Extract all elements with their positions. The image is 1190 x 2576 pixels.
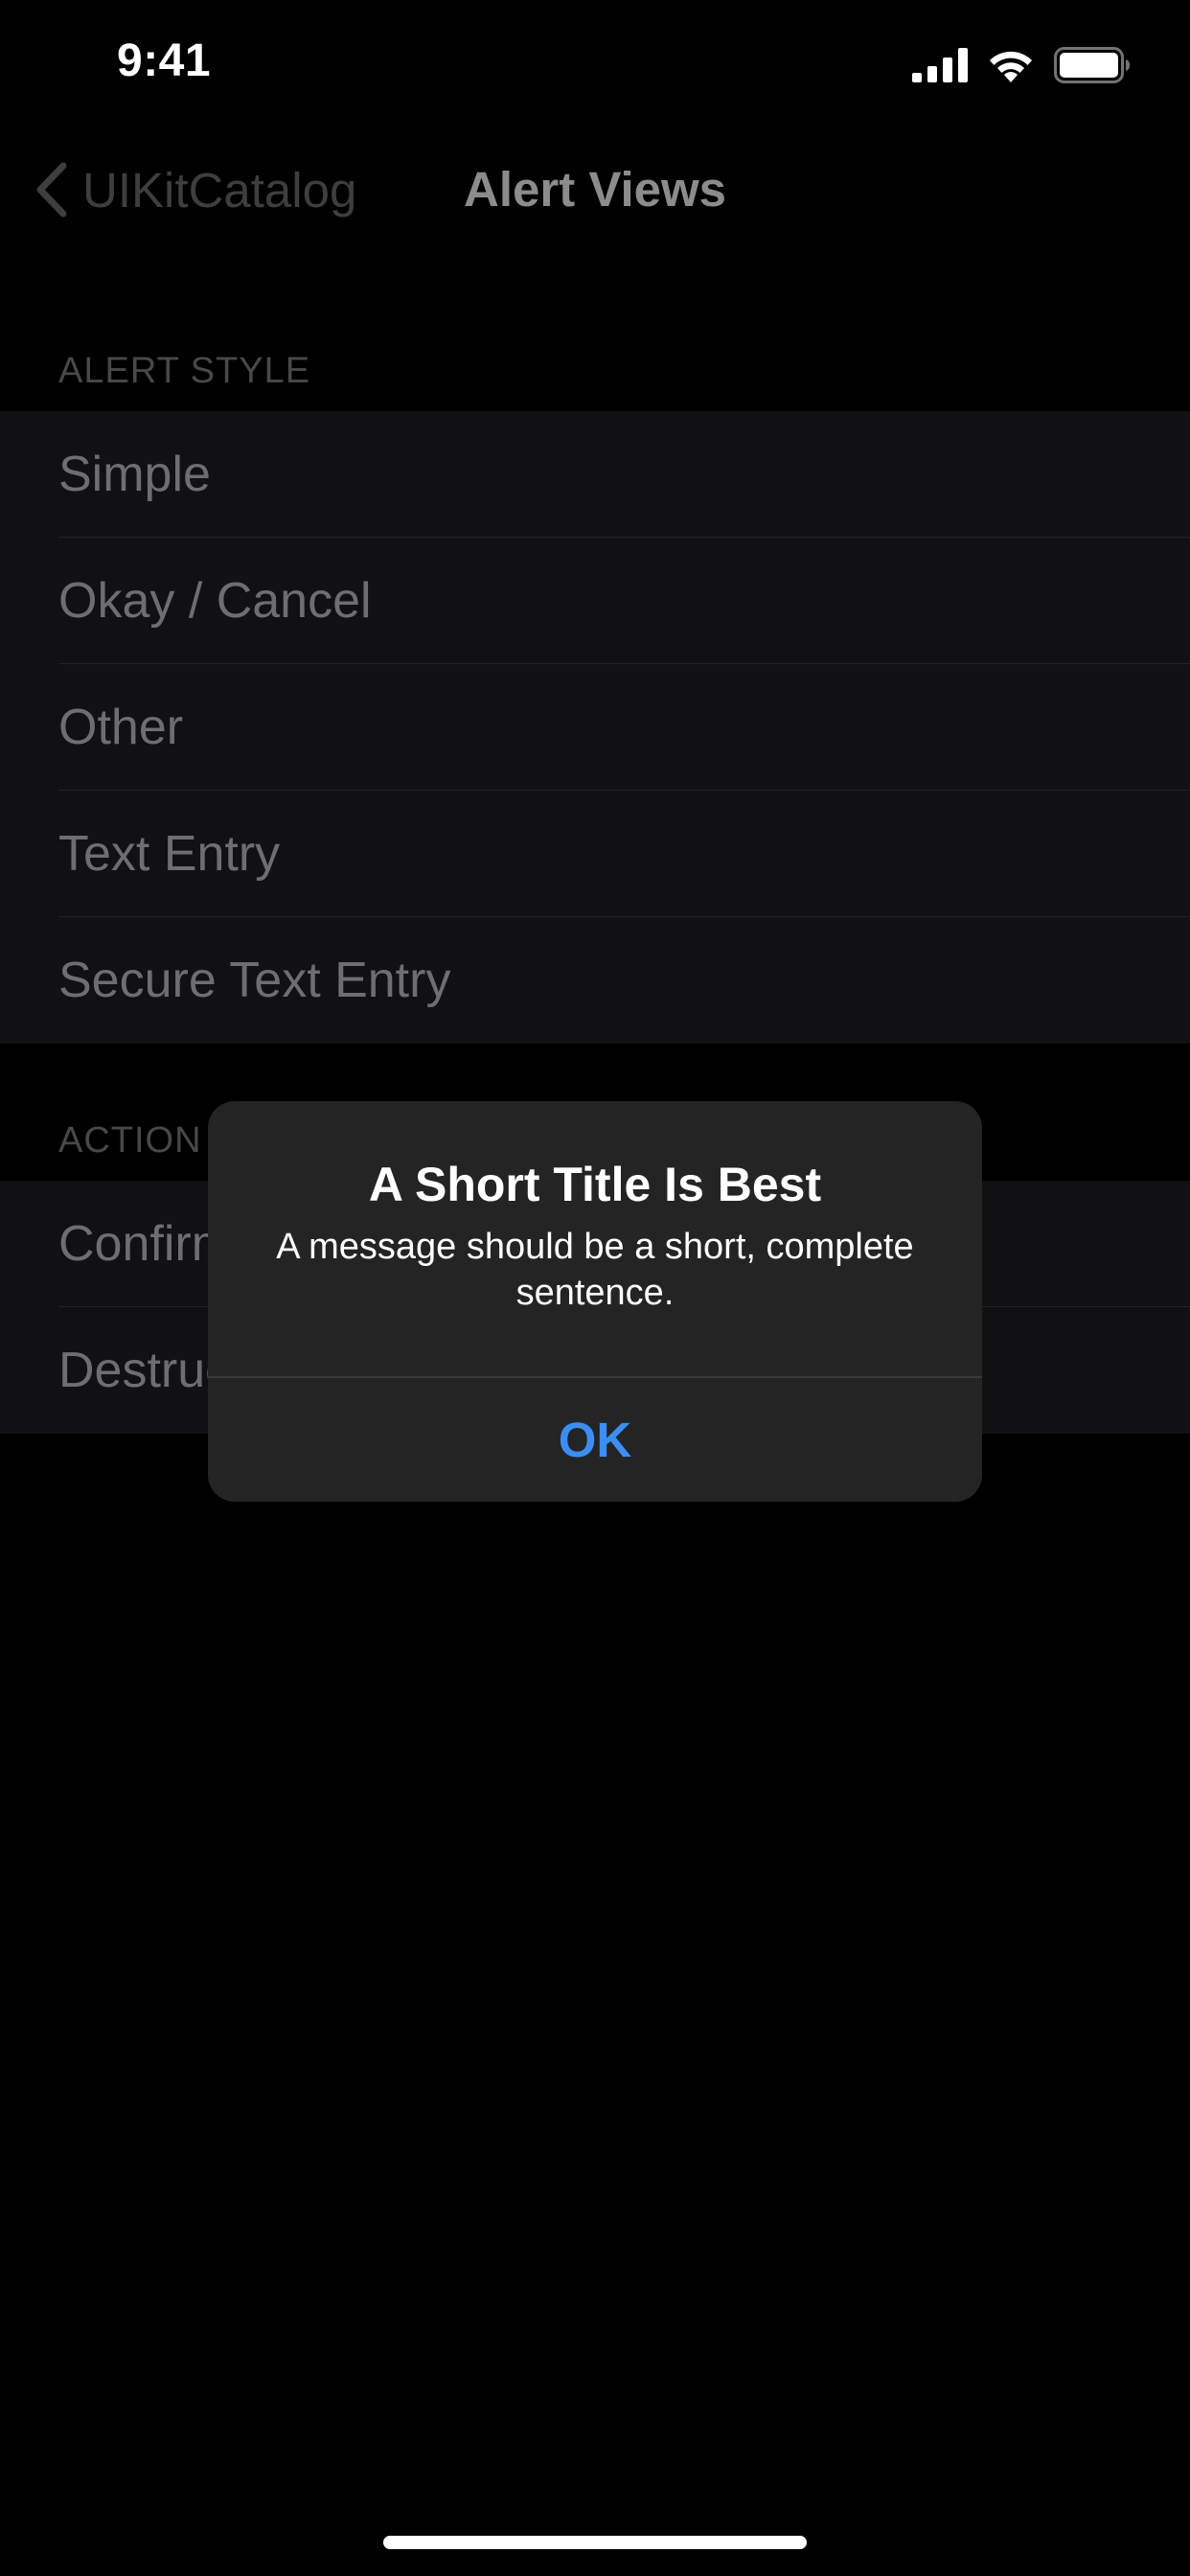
page-title: Alert Views <box>463 162 727 217</box>
alert-style-list: Simple Okay / Cancel Other Text Entry Se… <box>0 411 1190 1044</box>
navigation-bar: UIKitCatalog Alert Views <box>0 126 1190 251</box>
battery-icon <box>1054 47 1130 83</box>
list-item-label: Secure Text Entry <box>58 953 451 1008</box>
list-item-other[interactable]: Other <box>0 664 1190 791</box>
list-item-label: Simple <box>58 447 211 502</box>
alert-dialog: A Short Title Is Best A message should b… <box>208 1101 982 1502</box>
list-item-label: Okay / Cancel <box>58 573 372 629</box>
list-item-simple[interactable]: Simple <box>0 411 1190 538</box>
list-item-label: Text Entry <box>58 826 281 882</box>
home-indicator[interactable] <box>383 2536 807 2549</box>
status-time: 9:41 <box>117 35 212 86</box>
section-header-action: ACTION <box>58 1120 202 1161</box>
cellular-signal-icon <box>912 48 968 82</box>
alert-message: A message should be a short, complete se… <box>276 1227 914 1313</box>
section-header-alert-style: ALERT STYLE <box>58 351 311 391</box>
ok-button[interactable]: OK <box>208 1378 982 1502</box>
list-item-label: Other <box>58 700 184 755</box>
list-item-okay-cancel[interactable]: Okay / Cancel <box>0 538 1190 664</box>
list-item-text-entry[interactable]: Text Entry <box>0 791 1190 917</box>
status-bar: 9:41 <box>0 0 1190 126</box>
list-item-secure-text-entry[interactable]: Secure Text Entry <box>0 917 1190 1044</box>
alert-title: A Short Title Is Best <box>368 1158 822 1211</box>
list-item-label: Confirm <box>58 1216 234 1272</box>
wifi-icon <box>990 51 1032 82</box>
status-icons <box>912 46 1131 84</box>
